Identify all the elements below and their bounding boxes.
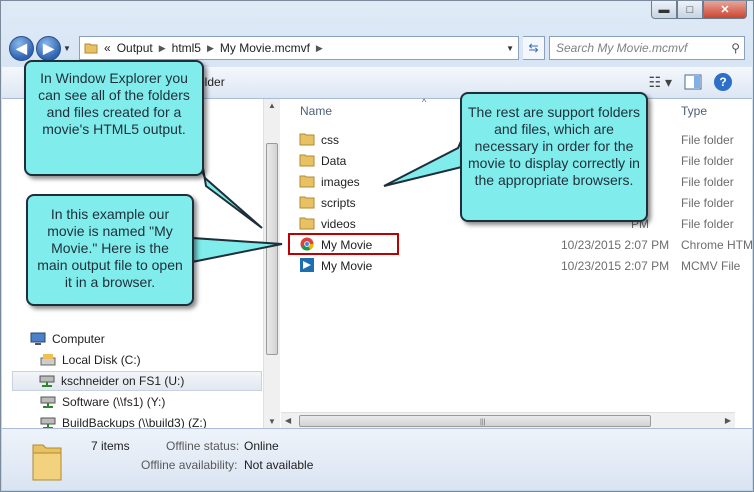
file-name: videos: [321, 216, 356, 231]
file-name: Data: [321, 153, 347, 168]
scroll-up-icon[interactable]: ▲: [268, 101, 276, 110]
network-drive-icon: [40, 396, 56, 408]
address-bar[interactable]: « Output ▶ html5 ▶ My Movie.mcmvf ▶ ▼: [79, 36, 519, 60]
nav-label: Computer: [52, 332, 105, 346]
scroll-left-icon[interactable]: ◀: [285, 416, 291, 425]
nav-label: kschneider on FS1 (U:): [61, 374, 185, 388]
scroll-right-icon[interactable]: ▶: [725, 416, 731, 425]
item-count: 7 items: [91, 439, 130, 453]
nav-label: Software (\\fs1) (Y:): [62, 395, 166, 409]
address-overflow[interactable]: «: [104, 41, 111, 55]
scroll-down-icon[interactable]: ▼: [268, 417, 276, 426]
preview-pane-icon[interactable]: [684, 74, 702, 90]
nav-item-local-disk[interactable]: Local Disk (C:): [40, 350, 141, 370]
change-view-icon[interactable]: ☷ ▾: [649, 74, 672, 91]
offline-availability-label: Offline availability:: [141, 458, 238, 472]
folder-icon: [32, 444, 62, 481]
folder-icon: [299, 133, 315, 146]
refresh-button[interactable]: ⇆: [523, 36, 545, 60]
nav-scroll-thumb[interactable]: [266, 143, 278, 355]
file-type: MCMV File: [681, 258, 741, 273]
file-date: 10/23/2015 2:07 PM: [561, 258, 670, 273]
forward-arrow-icon: ▶: [43, 39, 54, 56]
callout-explorer: In Window Explorer you can see all of th…: [24, 60, 204, 176]
search-placeholder: Search My Movie.mcmvf: [556, 41, 688, 55]
close-button[interactable]: ✕: [703, 1, 747, 19]
search-icon: ⚲: [731, 41, 740, 55]
minimize-button[interactable]: ▬: [651, 1, 677, 19]
nav-item-computer[interactable]: Computer: [30, 329, 105, 349]
back-arrow-icon: ◀: [16, 39, 27, 56]
file-name: images: [321, 174, 360, 189]
details-pane: 7 items Offline status: Online Offline a…: [2, 428, 752, 490]
back-button[interactable]: ◀: [9, 35, 34, 61]
computer-icon: [30, 332, 46, 345]
file-type: File folder: [681, 153, 734, 168]
highlight-box: [288, 233, 399, 255]
window-controls: ▬ □ ✕: [651, 1, 747, 19]
folder-icon: [299, 196, 315, 209]
nav-label: Local Disk (C:): [62, 353, 141, 367]
maximize-button[interactable]: □: [677, 1, 703, 19]
toolbar-right: ☷ ▾ ?: [649, 73, 732, 91]
file-name: My Movie: [321, 258, 373, 273]
breadcrumb-output[interactable]: Output: [117, 41, 153, 55]
offline-status-label: Offline status:: [166, 439, 240, 453]
mcmv-file-icon: [300, 258, 314, 272]
refresh-icon: ⇆: [528, 41, 539, 55]
file-type: File folder: [681, 195, 734, 210]
breadcrumb-html5[interactable]: html5: [172, 41, 201, 55]
folder-icon: [84, 43, 98, 54]
nav-scrollbar[interactable]: ▲ ▼: [263, 99, 280, 428]
address-dropdown-icon[interactable]: ▼: [502, 44, 518, 53]
offline-availability-value: Not available: [244, 458, 314, 472]
forward-button[interactable]: ▶: [36, 35, 61, 61]
file-name: scripts: [321, 195, 356, 210]
search-input[interactable]: Search My Movie.mcmvf ⚲: [549, 36, 745, 60]
file-type: File folder: [681, 132, 734, 147]
column-header-type[interactable]: Type: [681, 104, 707, 118]
file-row[interactable]: My Movie 10/23/2015 2:07 PM MCMV File: [281, 255, 752, 276]
nav-item-software[interactable]: Software (\\fs1) (Y:): [40, 392, 165, 412]
breadcrumb-my-movie-mcmvf[interactable]: My Movie.mcmvf: [220, 41, 310, 55]
chevron-right-icon[interactable]: ▶: [316, 43, 323, 54]
scroll-grip-icon: |||: [480, 419, 486, 426]
file-date: 10/23/2015 2:07 PM: [561, 237, 670, 252]
folder-icon: [299, 217, 315, 230]
nav-item-kschneider[interactable]: kschneider on FS1 (U:): [12, 371, 262, 391]
folder-icon: [299, 175, 315, 188]
recent-pages-dropdown[interactable]: ▼: [63, 44, 73, 53]
help-icon[interactable]: ?: [714, 73, 732, 91]
file-name: css: [321, 132, 339, 147]
file-type: File folder: [681, 216, 734, 231]
file-type: Chrome HTML: [681, 237, 753, 252]
sort-indicator-icon: ^: [422, 97, 427, 107]
network-drive-icon: [39, 375, 55, 387]
file-type: File folder: [681, 174, 734, 189]
callout-support: The rest are support folders and files, …: [460, 92, 648, 222]
navigation-bar: ◀ ▶ ▼ « Output ▶ html5 ▶ My Movie.mcmvf …: [9, 35, 745, 61]
callout-main: In this example our movie is named "My M…: [26, 194, 194, 306]
horizontal-scrollbar[interactable]: ◀ ||| ▶: [281, 412, 735, 429]
offline-status-value: Online: [244, 439, 279, 453]
column-header-name[interactable]: Name: [300, 104, 332, 118]
chevron-right-icon[interactable]: ▶: [159, 43, 166, 54]
horizontal-scroll-thumb[interactable]: |||: [299, 415, 651, 427]
chevron-right-icon[interactable]: ▶: [207, 43, 214, 54]
folder-icon: [299, 154, 315, 167]
local-disk-icon: [40, 354, 56, 366]
